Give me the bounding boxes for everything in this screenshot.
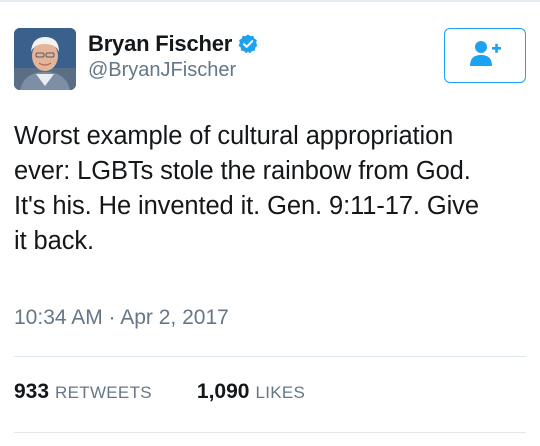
add-user-icon: [468, 39, 502, 72]
handle[interactable]: @BryanJFischer: [88, 59, 259, 82]
divider: [14, 432, 526, 433]
likes-label: LIKES: [255, 383, 306, 402]
avatar[interactable]: [14, 28, 76, 90]
tweet-text-line: it back.: [14, 227, 94, 255]
likes-stat[interactable]: 1,090 LIKES: [197, 380, 305, 404]
tweet-header: Bryan Fischer @BryanJFischer: [14, 28, 526, 94]
display-name[interactable]: Bryan Fischer: [88, 31, 232, 57]
display-name-row: Bryan Fischer: [88, 30, 259, 58]
verified-badge-icon: [237, 33, 259, 55]
retweets-count: 933: [14, 380, 50, 403]
tweet-timestamp[interactable]: 10:34 AM · Apr 2, 2017: [14, 306, 229, 330]
profile-photo-icon: [14, 28, 76, 90]
retweets-stat[interactable]: 933 RETWEETS: [14, 380, 152, 404]
tweet-text-line: Worst example of cultural appropriation: [14, 122, 454, 150]
tweet-text-line: It's his. He invented it. Gen. 9:11-17. …: [14, 192, 479, 220]
retweets-label: RETWEETS: [55, 383, 152, 402]
divider: [14, 356, 526, 357]
tweet-stats: 933 RETWEETS 1,090 LIKES: [14, 380, 305, 404]
likes-count: 1,090: [196, 380, 250, 403]
follow-button[interactable]: [444, 28, 526, 83]
author-info: Bryan Fischer @BryanJFischer: [88, 30, 259, 82]
top-divider: [0, 0, 540, 2]
tweet-text-line: ever: LGBTs stole the rainbow from God.: [14, 157, 471, 185]
tweet-text: Worst example of cultural appropriation …: [14, 119, 529, 259]
